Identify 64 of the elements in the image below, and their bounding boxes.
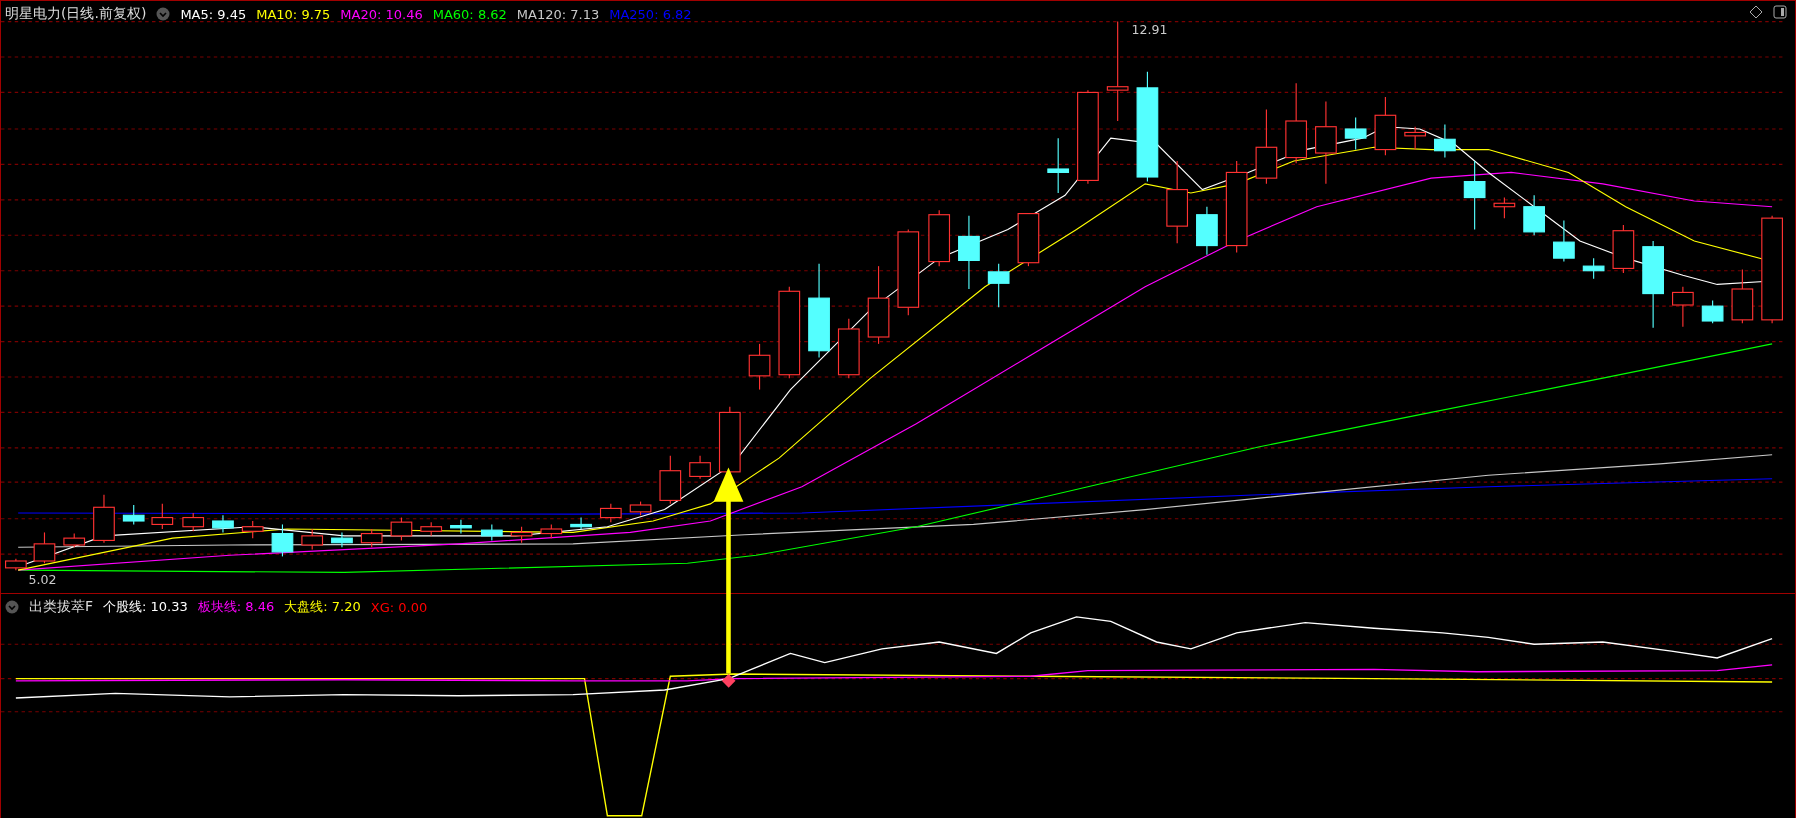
- candlestick: [1463, 160, 1486, 231]
- candlestick: [360, 528, 383, 548]
- candlestick: [689, 455, 711, 480]
- candlestick: [837, 318, 860, 379]
- candlestick: [33, 531, 56, 564]
- candlestick: [718, 406, 741, 475]
- candlestick: [480, 523, 503, 541]
- low-price-label: 5.02: [28, 571, 57, 587]
- candlestick: [450, 519, 472, 535]
- candlestick: [629, 501, 652, 516]
- indicator-value: XG: 0.00: [370, 599, 428, 615]
- indicator-value: 个股线: 10.33: [103, 598, 188, 616]
- candlestick: [510, 526, 533, 544]
- candlestick: [1344, 117, 1367, 151]
- indicator-value: MA10: 9.75: [256, 6, 331, 22]
- candlestick: [1612, 224, 1635, 274]
- dropdown-icon[interactable]: [156, 7, 171, 21]
- candlestick: [1731, 269, 1754, 324]
- dropdown-icon[interactable]: [5, 600, 19, 614]
- candlestick: [748, 343, 771, 391]
- indicator-value: 板块线: 8.46: [197, 598, 275, 616]
- candlestick: [1374, 96, 1397, 156]
- candlestick: [1404, 126, 1426, 151]
- candlestick: [1493, 197, 1516, 219]
- candlestick: [241, 520, 264, 539]
- candlestick: [599, 503, 622, 523]
- candlestick: [271, 523, 294, 557]
- candlestick: [1047, 137, 1070, 194]
- candlestick: [1553, 219, 1575, 263]
- indicator-title: 出类拔萃F: [29, 598, 94, 616]
- indicator-value: MA120: 7.13: [516, 6, 600, 22]
- candlestick: [390, 517, 413, 541]
- candlestick: [420, 521, 443, 537]
- candlestick: [987, 263, 1010, 308]
- candlestick: [63, 533, 86, 548]
- indicator-value: 大盘线: 7.20: [284, 598, 361, 616]
- candlestick: [331, 531, 353, 548]
- panel-toggle-icon[interactable]: [1773, 5, 1787, 19]
- candlestick: [182, 512, 205, 532]
- candlestick: [301, 528, 324, 551]
- indicator-value: MA20: 10.46: [340, 6, 423, 22]
- candlestick: [1523, 194, 1545, 236]
- candlestick: [1672, 286, 1694, 328]
- candlestick: [570, 517, 592, 530]
- candlestick: [659, 455, 682, 505]
- candlestick: [1582, 257, 1605, 280]
- signal-marker-icon: [721, 674, 736, 688]
- candlestick: [1196, 206, 1218, 256]
- high-price-label: 12.91: [1131, 22, 1168, 38]
- candlestick: [928, 209, 951, 267]
- indicator-value: MA60: 8.62: [432, 6, 507, 22]
- candlestick: [151, 503, 174, 530]
- candlestick: [1434, 123, 1456, 159]
- candlestick: [540, 523, 563, 539]
- candlestick: [1017, 213, 1040, 267]
- candlestick: [212, 514, 234, 533]
- candlestick: [5, 558, 27, 571]
- candlestick: [122, 504, 145, 525]
- indicator-value: MA250: 6.82: [609, 6, 692, 22]
- stock-title: 明星电力(日线.前复权): [5, 5, 147, 23]
- diamond-icon[interactable]: [1749, 5, 1763, 19]
- candlestick: [1701, 299, 1724, 324]
- candlestick: [93, 494, 115, 544]
- indicator-value: MA5: 9.45: [180, 6, 247, 22]
